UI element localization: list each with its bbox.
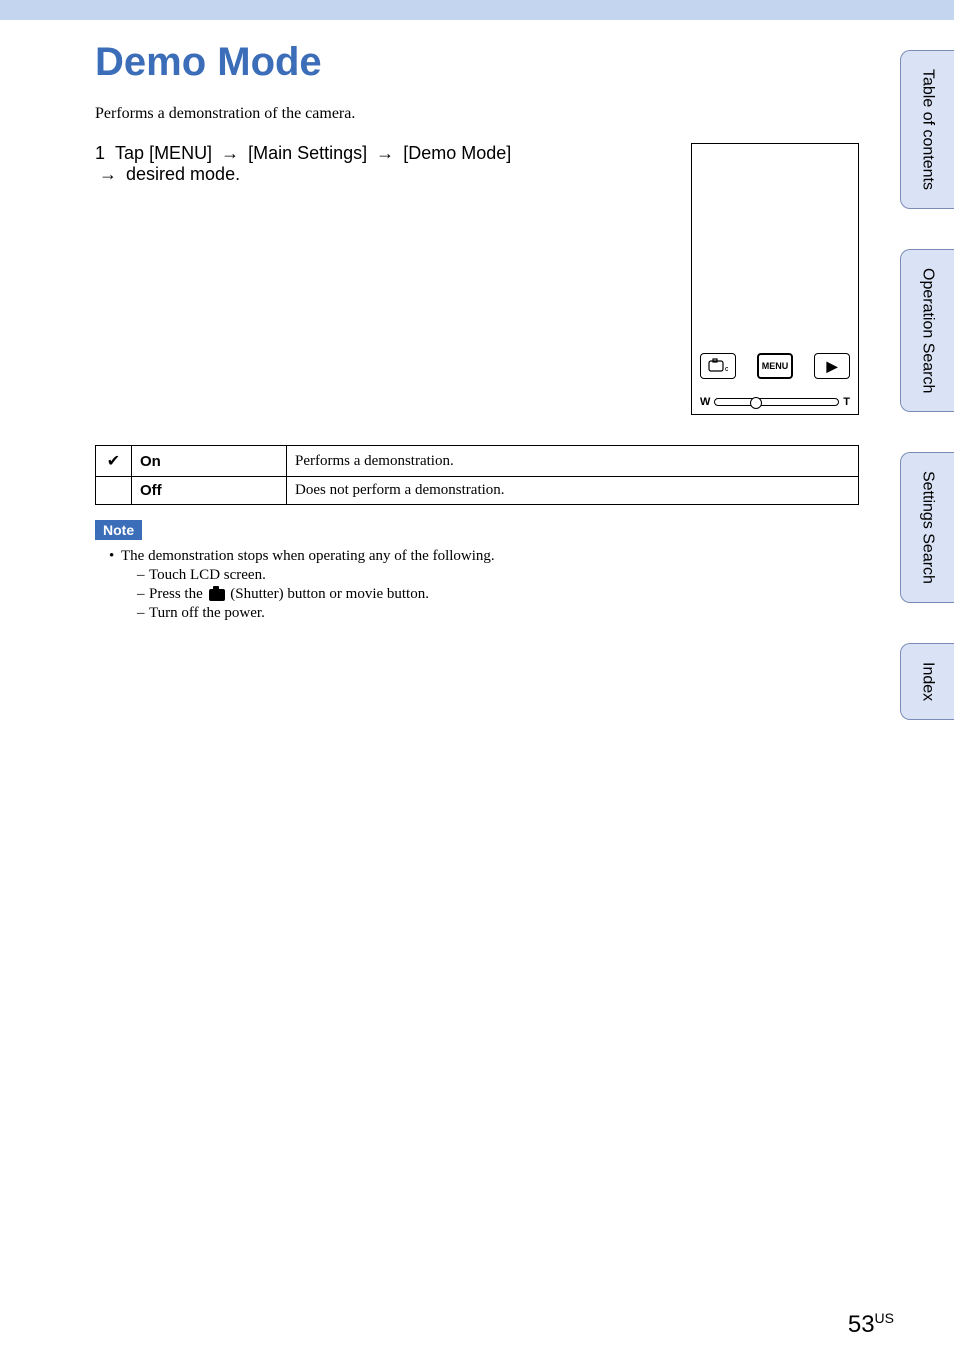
note-sub-post: (Shutter) button or movie button. (227, 586, 429, 602)
step-prefix: Tap (115, 143, 149, 163)
note-sub-item: Turn off the power. (137, 605, 859, 622)
tab-index[interactable]: Index (900, 643, 954, 720)
svg-text:OFF: OFF (725, 367, 728, 372)
step-part-demo-mode: [Demo Mode] (403, 143, 511, 163)
page-title: Demo Mode (95, 40, 859, 85)
option-name: On (132, 446, 287, 477)
note-label: Note (95, 520, 142, 540)
camera-off-icon: OFF (708, 358, 728, 375)
camera-screen-illustration: OFF MENU ▶ W T (691, 143, 859, 415)
mode-button: OFF (700, 353, 736, 379)
menu-button: MENU (757, 353, 793, 379)
zoom-wide-label: W (700, 396, 710, 408)
page-number: 53US (848, 1310, 894, 1339)
selected-cell (96, 477, 132, 505)
table-row: Off Does not perform a demonstration. (96, 477, 859, 505)
playback-button: ▶ (814, 353, 850, 379)
zoom-track (714, 398, 839, 406)
table-row: ✔ On Performs a demonstration. (96, 446, 859, 477)
tab-table-of-contents[interactable]: Table of contents (900, 50, 954, 209)
options-table: ✔ On Performs a demonstration. Off Does … (95, 445, 859, 505)
display-area (700, 152, 850, 342)
note-sub-pre: Press the (149, 586, 207, 602)
option-desc: Does not perform a demonstration. (287, 477, 859, 505)
step-part-main-settings: [Main Settings] (248, 143, 367, 163)
selected-cell: ✔ (96, 446, 132, 477)
page-num-value: 53 (848, 1311, 875, 1338)
page-suffix: US (875, 1310, 894, 1326)
zoom-thumb (750, 397, 762, 409)
side-tabs: Table of contents Operation Search Setti… (900, 50, 954, 720)
check-icon: ✔ (107, 453, 120, 470)
arrow-icon: → (376, 143, 394, 163)
zoom-bar: W T (700, 396, 850, 408)
play-icon: ▶ (827, 358, 838, 375)
note-main-text: The demonstration stops when operating a… (121, 548, 495, 564)
bottom-controls: OFF MENU ▶ (700, 353, 850, 379)
menu-label: MENU (762, 361, 789, 371)
main-content: Demo Mode Performs a demonstration of th… (0, 20, 954, 622)
tab-settings-search[interactable]: Settings Search (900, 452, 954, 603)
note-item: The demonstration stops when operating a… (109, 548, 859, 622)
tab-operation-search[interactable]: Operation Search (900, 249, 954, 412)
header-bar (0, 0, 954, 20)
step-part-menu: [MENU] (149, 143, 212, 163)
note-list: The demonstration stops when operating a… (95, 548, 859, 622)
arrow-icon: → (99, 164, 117, 184)
step-part-desired: desired mode. (126, 164, 240, 184)
zoom-tele-label: T (843, 396, 850, 408)
note-sub-item: Touch LCD screen. (137, 567, 859, 584)
arrow-icon: → (221, 143, 239, 163)
option-desc: Performs a demonstration. (287, 446, 859, 477)
note-sub-item: Press the (Shutter) button or movie butt… (137, 586, 859, 603)
note-sub-list: Touch LCD screen. Press the (Shutter) bu… (121, 567, 859, 622)
camera-icon (209, 589, 225, 601)
option-name: Off (132, 477, 287, 505)
step-number: 1 (95, 143, 105, 163)
instruction-row: 1 Tap [MENU] → [Main Settings] → [Demo M… (95, 143, 859, 415)
instruction-text: 1 Tap [MENU] → [Main Settings] → [Demo M… (95, 143, 651, 185)
intro-text: Performs a demonstration of the camera. (95, 105, 859, 123)
